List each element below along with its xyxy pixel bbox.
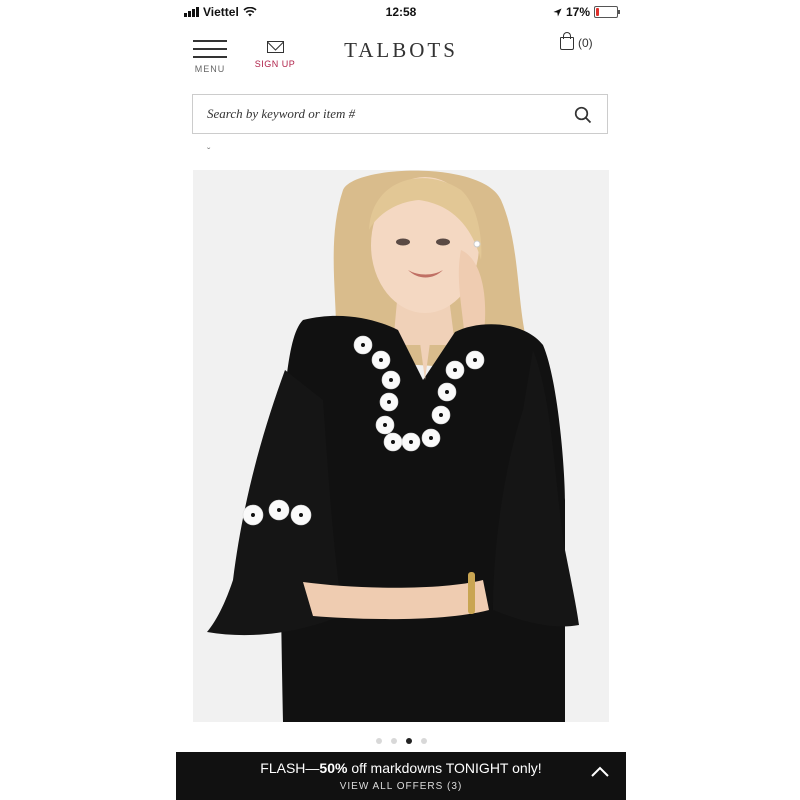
menu-label: MENU xyxy=(194,64,226,74)
battery-percent: 17% xyxy=(565,5,590,19)
carousel-dot[interactable] xyxy=(405,738,412,744)
location-arrow-icon xyxy=(553,7,562,17)
product-image[interactable] xyxy=(193,170,609,722)
talbots-logo[interactable]: TALBOTS xyxy=(326,38,476,63)
promo-prefix: FLASH— xyxy=(260,760,320,776)
chevron-up-icon[interactable] xyxy=(590,764,610,778)
carousel-dot[interactable] xyxy=(420,738,427,744)
signup-label: SIGN UP xyxy=(254,59,296,69)
status-bar: Viettel 12:58 17% xyxy=(176,0,626,24)
product-photo-illustration xyxy=(193,170,609,722)
battery-icon xyxy=(594,6,620,18)
promo-text: FLASH—50% off markdowns TONIGHT only! xyxy=(176,752,626,776)
carousel-dot[interactable] xyxy=(375,738,382,744)
dropdown-indicator: ˇ xyxy=(207,147,211,158)
envelope-icon xyxy=(266,41,284,53)
cart-button[interactable]: (0) xyxy=(560,32,593,50)
menu-button[interactable]: MENU xyxy=(192,40,228,74)
phone-screen: Viettel 12:58 17% MENU SIGN UP TALBOTS (… xyxy=(176,0,626,800)
promo-highlight: 50% xyxy=(319,760,348,776)
search-bar xyxy=(192,94,608,134)
promo-suffix: off markdowns TONIGHT only! xyxy=(347,760,542,776)
shopping-bag-icon xyxy=(560,32,574,50)
offers-label: VIEW ALL OFFERS xyxy=(339,781,444,792)
search-input[interactable] xyxy=(193,95,567,133)
search-icon[interactable] xyxy=(574,106,592,124)
view-all-offers-link[interactable]: VIEW ALL OFFERS (3) xyxy=(176,781,626,792)
signup-button[interactable]: SIGN UP xyxy=(252,41,298,69)
site-header: MENU SIGN UP TALBOTS (0) xyxy=(176,26,626,86)
hamburger-icon xyxy=(193,40,227,58)
cart-count: (0) xyxy=(578,36,593,50)
battery-group: 17% xyxy=(553,5,620,19)
promo-banner[interactable]: FLASH—50% off markdowns TONIGHT only! VI… xyxy=(176,752,626,800)
carousel-dots xyxy=(176,738,626,744)
carousel-dot[interactable] xyxy=(390,738,397,744)
offers-count: (3) xyxy=(447,781,463,792)
